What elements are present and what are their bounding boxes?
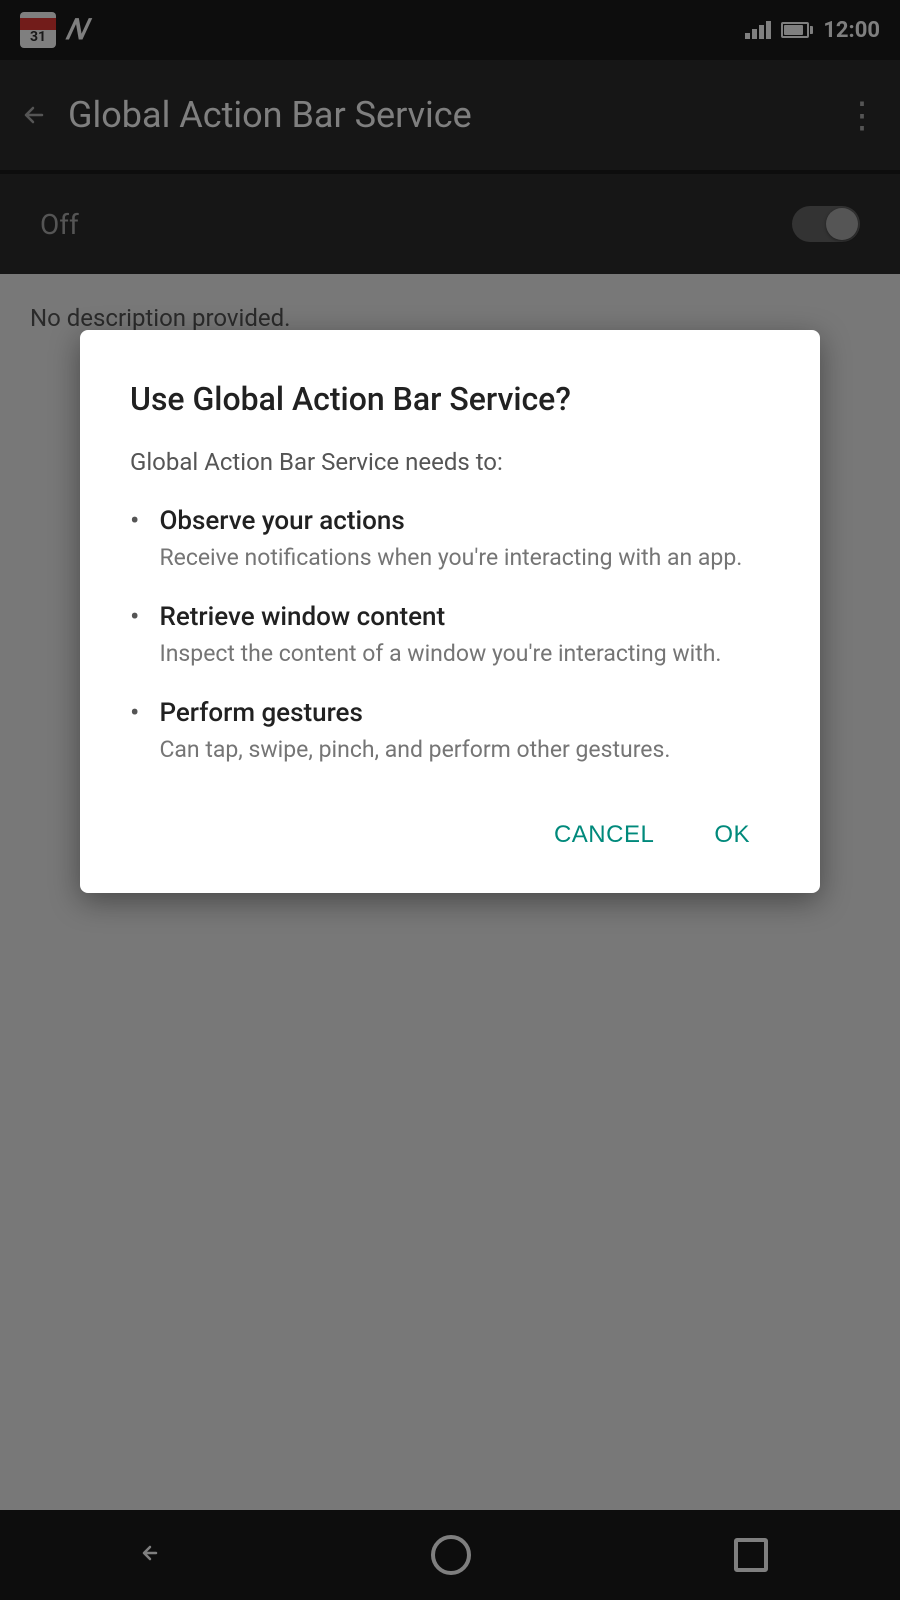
permission-name: Perform gestures	[159, 698, 770, 728]
permission-content: Observe your actions Receive notificatio…	[159, 506, 770, 574]
bullet-icon: •	[130, 696, 139, 729]
bullet-icon: •	[130, 600, 139, 633]
permission-desc: Can tap, swipe, pinch, and perform other…	[159, 734, 770, 766]
dialog-title: Use Global Action Bar Service?	[130, 380, 770, 418]
permission-name: Retrieve window content	[159, 602, 770, 632]
permission-list: • Observe your actions Receive notificat…	[130, 506, 770, 767]
permission-dialog: Use Global Action Bar Service? Global Ac…	[80, 330, 820, 893]
permission-item: • Observe your actions Receive notificat…	[130, 506, 770, 574]
permission-content: Retrieve window content Inspect the cont…	[159, 602, 770, 670]
dialog-subtitle: Global Action Bar Service needs to:	[130, 448, 770, 476]
ok-button[interactable]: OK	[694, 807, 770, 863]
permission-content: Perform gestures Can tap, swipe, pinch, …	[159, 698, 770, 766]
bullet-icon: •	[130, 504, 139, 537]
permission-item: • Perform gestures Can tap, swipe, pinch…	[130, 698, 770, 766]
dialog-overlay: Use Global Action Bar Service? Global Ac…	[0, 0, 900, 1600]
cancel-button[interactable]: CANCEL	[534, 807, 674, 863]
permission-desc: Inspect the content of a window you're i…	[159, 638, 770, 670]
permission-desc: Receive notifications when you're intera…	[159, 542, 770, 574]
permission-item: • Retrieve window content Inspect the co…	[130, 602, 770, 670]
permission-name: Observe your actions	[159, 506, 770, 536]
dialog-buttons: CANCEL OK	[130, 807, 770, 863]
